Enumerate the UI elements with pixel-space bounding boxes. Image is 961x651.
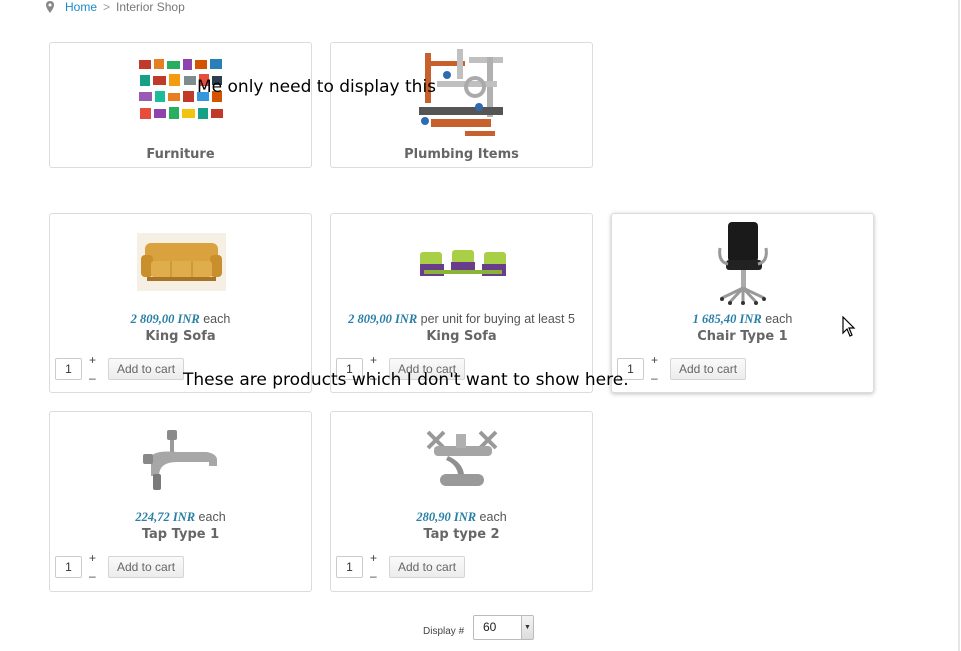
annotation-middle: These are products which I don't want to… (183, 370, 629, 390)
mouse-cursor-icon (842, 316, 856, 337)
price-unit: per unit for buying at least 5 (420, 312, 575, 326)
chevron-down-icon[interactable]: ▼ (521, 616, 533, 639)
map-pin-icon (46, 1, 54, 13)
product-card: 2 809,00 INR each King Sofa 1 + – Add to… (49, 213, 312, 393)
quantity-increase-button[interactable]: + (370, 552, 377, 564)
quantity-input[interactable]: 1 (55, 556, 82, 578)
page-right-border (958, 0, 960, 651)
quantity-decrease-button[interactable]: – (89, 570, 96, 582)
product-price: 2 809,00 INR (130, 312, 200, 326)
product-price: 2 809,00 INR (348, 312, 418, 326)
quantity-decrease-button[interactable]: – (370, 570, 377, 582)
annotation-top: Me only need to display this (197, 77, 437, 97)
display-count-label: Display # (423, 626, 465, 637)
product-name[interactable]: Tap type 2 (331, 527, 592, 542)
product-price: 224,72 INR (135, 510, 196, 524)
quantity-increase-button[interactable]: + (89, 552, 96, 564)
display-count-value: 60 (483, 620, 497, 634)
price-line: 1 685,40 INR each (612, 312, 873, 327)
price-line: 224,72 INR each (50, 510, 311, 525)
price-line: 280,90 INR each (331, 510, 592, 525)
tap-image (143, 430, 217, 490)
product-name[interactable]: King Sofa (50, 329, 311, 344)
product-name[interactable]: King Sofa (331, 329, 592, 344)
breadcrumb: Home > Interior Shop (45, 0, 185, 14)
breadcrumb-home-link[interactable]: Home (65, 0, 97, 14)
product-card: 224,72 INR each Tap Type 1 1 + – Add to … (49, 411, 312, 592)
category-label-furniture[interactable]: Furniture (50, 147, 311, 162)
sofa-image (137, 233, 226, 291)
product-card: 1 685,40 INR each Chair Type 1 1 + – Add… (611, 213, 874, 393)
quantity-input[interactable]: 1 (336, 556, 363, 578)
product-card: 280,90 INR each Tap type 2 1 + – Add to … (330, 411, 593, 592)
add-to-cart-button[interactable]: Add to cart (108, 556, 185, 578)
add-to-cart-button[interactable]: Add to cart (389, 556, 466, 578)
product-name[interactable]: Chair Type 1 (612, 329, 873, 344)
breadcrumb-current: Interior Shop (116, 0, 185, 14)
category-label-plumbing[interactable]: Plumbing Items (331, 147, 592, 162)
price-line: 2 809,00 INR per unit for buying at leas… (331, 312, 592, 327)
modular-sofa-image (420, 250, 506, 276)
category-card-furniture[interactable]: Furniture (49, 42, 312, 168)
breadcrumb-separator: > (103, 0, 111, 14)
product-card: 2 809,00 INR per unit for buying at leas… (330, 213, 593, 393)
quantity-increase-button[interactable]: + (651, 354, 658, 366)
office-chair-image (718, 222, 768, 305)
product-price: 1 685,40 INR (692, 312, 762, 326)
add-to-cart-button[interactable]: Add to cart (108, 358, 185, 380)
product-price: 280,90 INR (416, 510, 477, 524)
quantity-increase-button[interactable]: + (89, 354, 96, 366)
quantity-input[interactable]: 1 (55, 358, 82, 380)
product-name[interactable]: Tap Type 1 (50, 527, 311, 542)
tap-image (426, 430, 498, 486)
quantity-decrease-button[interactable]: – (651, 372, 658, 384)
price-line: 2 809,00 INR each (50, 312, 311, 327)
price-unit: each (198, 510, 226, 524)
add-to-cart-button[interactable]: Add to cart (670, 358, 747, 380)
quantity-decrease-button[interactable]: – (89, 372, 96, 384)
price-unit: each (765, 312, 793, 326)
price-unit: each (203, 312, 231, 326)
quantity-increase-button[interactable]: + (370, 354, 377, 366)
category-card-plumbing[interactable]: Plumbing Items (330, 42, 593, 168)
price-unit: each (479, 510, 507, 524)
display-count-select[interactable]: 60 ▼ (473, 615, 534, 640)
